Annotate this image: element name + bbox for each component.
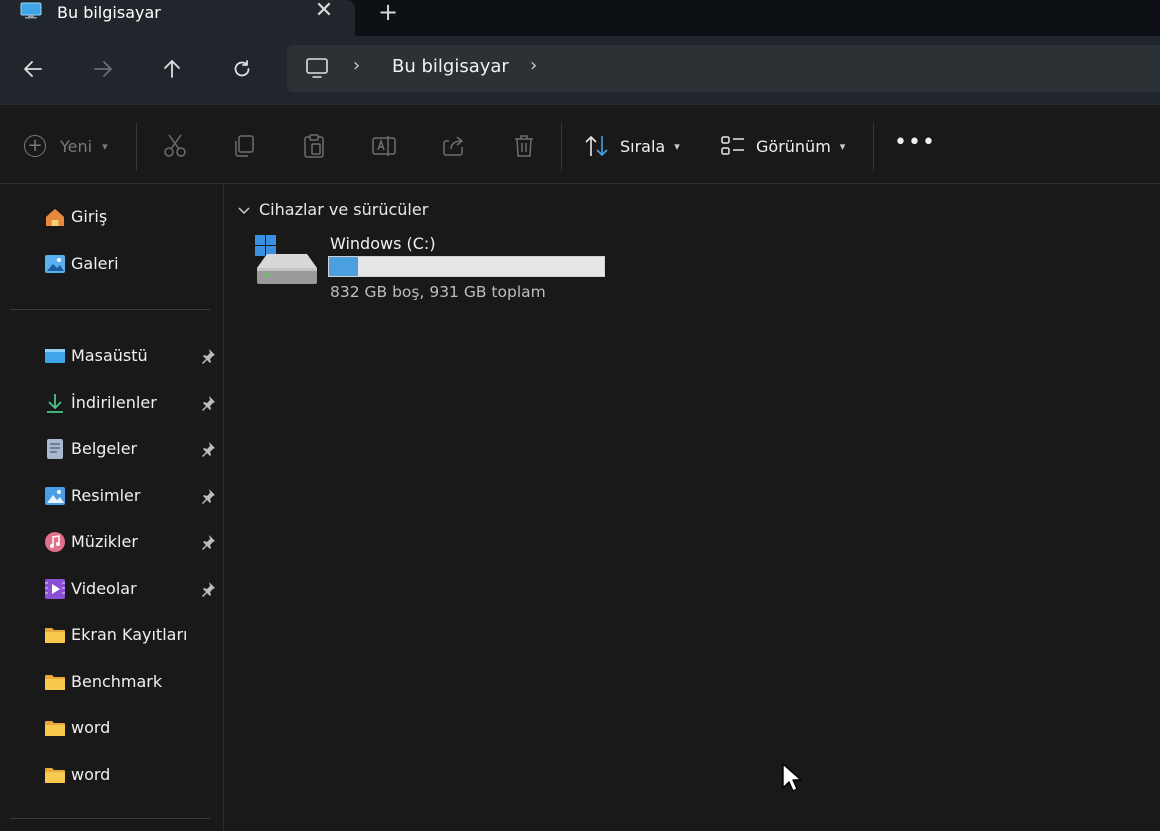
group-title: Cihazlar ve sürücüler <box>259 200 429 219</box>
forward-button[interactable] <box>86 52 120 86</box>
toolbar-divider <box>561 123 562 171</box>
paste-icon[interactable] <box>301 133 327 159</box>
plus-circle-icon: + <box>24 135 46 157</box>
sidebar-item-benchmark[interactable]: Benchmark <box>0 662 224 702</box>
cut-icon[interactable] <box>162 133 188 159</box>
chevron-down-icon: ▾ <box>102 139 108 153</box>
sidebar-item-videolar[interactable]: Videolar <box>0 569 224 609</box>
navigation-pane: Giriş Galeri Masaüstü İndirilenler Belge… <box>0 184 224 831</box>
sidebar-item-label: Giriş <box>71 207 108 226</box>
content-area: Cihazlar ve sürücüler Windows (C:) 832 G… <box>225 184 1160 831</box>
tab-bu-bilgisayar[interactable]: Bu bilgisayar ✕ <box>0 0 355 36</box>
sidebar-item-label: Masaüstü <box>71 346 148 365</box>
sidebar-divider <box>10 309 210 310</box>
sidebar-item-belgeler[interactable]: Belgeler <box>0 429 224 469</box>
breadcrumb-chevron-icon[interactable]: › <box>530 55 537 76</box>
rename-icon[interactable] <box>371 133 397 159</box>
new-tab-button[interactable]: + <box>376 0 400 26</box>
gallery-icon <box>45 255 65 273</box>
devices-group-header[interactable]: Cihazlar ve sürücüler <box>237 200 428 219</box>
pin-icon[interactable] <box>200 581 216 597</box>
sidebar-item-label: Galeri <box>71 254 119 273</box>
up-button[interactable] <box>155 52 189 86</box>
command-bar: + Yeni ▾ Sırala ▾ Görünüm ▾ ••• <box>0 104 1160 184</box>
sort-label: Sırala <box>620 136 666 156</box>
mouse-cursor-icon <box>782 763 802 792</box>
drive-usage-bar <box>328 256 605 277</box>
sidebar-item-label: Ekran Kayıtları <box>71 625 188 644</box>
computer-icon <box>20 2 42 19</box>
breadcrumb-chevron-icon[interactable]: › <box>353 55 360 76</box>
refresh-button[interactable] <box>225 52 259 86</box>
pin-icon[interactable] <box>200 441 216 457</box>
sidebar-divider <box>10 818 210 819</box>
videos-icon <box>45 579 65 599</box>
computer-outline-icon <box>306 58 328 78</box>
arrow-right-icon <box>94 61 112 77</box>
sidebar-item-galeri[interactable]: Galeri <box>0 244 224 284</box>
share-icon[interactable] <box>441 133 467 159</box>
sort-arrows-icon <box>585 135 608 157</box>
folder-icon <box>45 628 65 643</box>
sidebar-item-ekran-kayitlari[interactable]: Ekran Kayıtları <box>0 615 224 655</box>
folder-icon <box>45 675 65 690</box>
sidebar-item-label: word <box>71 765 111 784</box>
sidebar-item-label: Benchmark <box>71 672 163 691</box>
sidebar-item-label: word <box>71 718 111 737</box>
sidebar-item-indirilenler[interactable]: İndirilenler <box>0 383 224 423</box>
documents-icon <box>47 439 63 459</box>
sidebar-item-muzikler[interactable]: Müzikler <box>0 522 224 562</box>
address-bar[interactable]: › Bu bilgisayar › <box>287 45 1160 92</box>
refresh-icon <box>234 60 250 77</box>
drive-name: Windows (C:) <box>330 234 436 253</box>
breadcrumb-location[interactable]: Bu bilgisayar <box>392 56 509 77</box>
toolbar-divider <box>136 123 137 171</box>
arrow-left-icon <box>24 61 42 77</box>
toolbar-divider <box>873 123 874 171</box>
sidebar-item-label: İndirilenler <box>71 393 157 412</box>
pin-icon[interactable] <box>200 348 216 364</box>
sidebar-item-resimler[interactable]: Resimler <box>0 476 224 516</box>
close-tab-icon[interactable]: ✕ <box>312 0 336 25</box>
chevron-down-icon: ▾ <box>674 139 680 153</box>
pin-icon[interactable] <box>200 488 216 504</box>
download-icon <box>47 394 63 413</box>
sidebar-item-word-2[interactable]: word <box>0 755 224 795</box>
arrow-up-icon <box>164 60 180 78</box>
pictures-icon <box>45 487 65 505</box>
new-label: Yeni <box>60 136 93 156</box>
new-button[interactable]: + Yeni ▾ <box>24 133 108 159</box>
pin-icon[interactable] <box>200 534 216 550</box>
drive-windows-c[interactable]: Windows (C:) 832 GB boş, 931 GB toplam <box>253 232 613 304</box>
home-icon <box>46 209 64 226</box>
music-icon <box>45 532 65 552</box>
drive-usage-fill <box>329 257 359 276</box>
desktop-icon <box>45 349 65 363</box>
folder-icon <box>45 721 65 736</box>
sidebar-item-masaustu[interactable]: Masaüstü <box>0 336 224 376</box>
sidebar-item-word[interactable]: word <box>0 708 224 748</box>
tab-title: Bu bilgisayar <box>57 3 161 22</box>
delete-icon[interactable] <box>511 133 537 159</box>
title-bar: Bu bilgisayar ✕ + <box>0 0 1160 36</box>
back-button[interactable] <box>16 52 50 86</box>
navigation-bar: › Bu bilgisayar › <box>0 36 1160 104</box>
sort-button[interactable]: Sırala ▾ <box>584 133 680 159</box>
sidebar-item-label: Belgeler <box>71 439 138 458</box>
more-options-button[interactable]: ••• <box>894 132 935 159</box>
sidebar-item-label: Resimler <box>71 486 141 505</box>
copy-icon[interactable] <box>231 133 257 159</box>
drive-space-info: 832 GB boş, 931 GB toplam <box>330 283 546 301</box>
view-list-icon <box>721 136 744 155</box>
pin-icon[interactable] <box>200 395 216 411</box>
chevron-down-icon: ▾ <box>839 139 846 153</box>
folder-icon <box>45 768 65 783</box>
hard-drive-icon <box>255 235 317 284</box>
sidebar-item-label: Videolar <box>71 579 137 598</box>
view-button[interactable]: Görünüm ▾ <box>720 133 845 159</box>
sidebar-item-label: Müzikler <box>71 532 138 551</box>
sidebar-item-giris[interactable]: Giriş <box>0 197 224 237</box>
chevron-down-icon <box>238 206 250 214</box>
view-label: Görünüm <box>756 136 831 156</box>
